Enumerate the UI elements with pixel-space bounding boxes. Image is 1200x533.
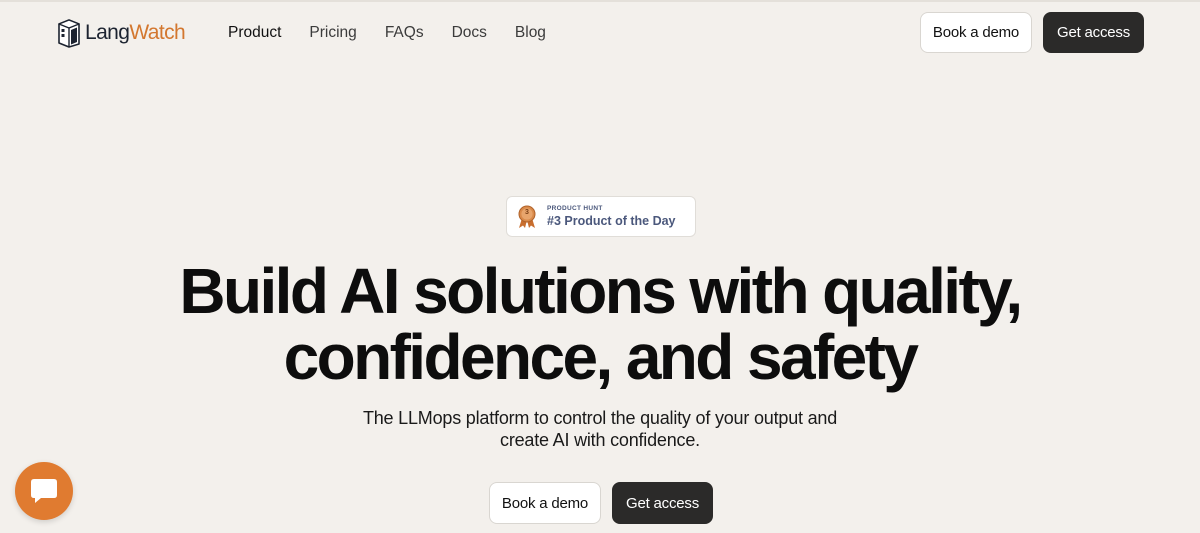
logo-text-watch: Watch bbox=[129, 21, 186, 44]
main-nav: Product Pricing FAQs Docs Blog bbox=[228, 22, 574, 44]
langwatch-logo[interactable]: LangWatch bbox=[57, 18, 186, 48]
nav-item-pricing[interactable]: Pricing bbox=[309, 22, 356, 44]
badge-kicker: PRODUCT HUNT bbox=[547, 205, 603, 212]
product-hunt-badge[interactable]: 3 PRODUCT HUNT #3 Product of the Day bbox=[506, 196, 696, 237]
logo-text-lang: Lang bbox=[85, 21, 130, 44]
chat-bubble-icon bbox=[31, 479, 57, 503]
nav-item-docs[interactable]: Docs bbox=[452, 22, 487, 44]
chat-widget-button[interactable] bbox=[15, 462, 73, 520]
hero-title-line-1: Build AI solutions with quality, bbox=[179, 255, 1023, 327]
hero-subtitle-line-2: create AI with confidence. bbox=[500, 430, 700, 450]
hero-title-line-2: confidence, and safety bbox=[283, 321, 919, 393]
medal-rank: 3 bbox=[525, 209, 529, 216]
hero-subtitle: The LLMops platform to control the quali… bbox=[0, 407, 1200, 451]
hero-book-demo-button[interactable]: Book a demo bbox=[489, 482, 601, 524]
nav-item-blog[interactable]: Blog bbox=[515, 22, 546, 44]
logo-icon bbox=[58, 19, 80, 48]
header-get-access-button[interactable]: Get access bbox=[1043, 12, 1144, 53]
hero-title: Build AI solutions with quality, confide… bbox=[0, 258, 1200, 390]
nav-item-product[interactable]: Product bbox=[228, 22, 281, 44]
nav-item-faqs[interactable]: FAQs bbox=[385, 22, 424, 44]
site-header: LangWatch Product Pricing FAQs Docs Blog… bbox=[0, 0, 1200, 66]
logo-text: LangWatch bbox=[85, 18, 186, 48]
hero-subtitle-line-1: The LLMops platform to control the quali… bbox=[362, 408, 838, 428]
badge-title: #3 Product of the Day bbox=[547, 214, 676, 228]
header-book-demo-button[interactable]: Book a demo bbox=[920, 12, 1032, 53]
hero-get-access-button[interactable]: Get access bbox=[612, 482, 713, 524]
